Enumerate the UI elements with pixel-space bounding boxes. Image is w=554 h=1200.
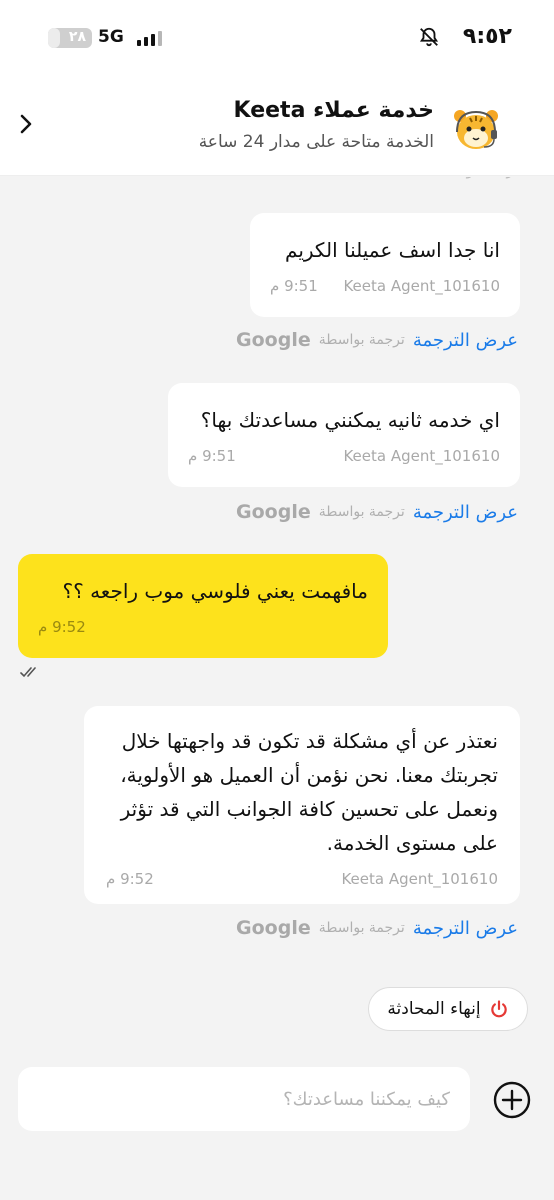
plus-icon[interactable] <box>492 1080 532 1120</box>
message-text: مافهمت يعني فلوسي موب راجعه ؟؟ <box>62 579 369 603</box>
message-time: 9:52 م <box>38 618 86 636</box>
message-time: 9:52 م <box>106 870 154 888</box>
message-text: اي خدمه ثانيه يمكنني مساعدتك بها؟ <box>200 408 500 432</box>
end-chat-button[interactable]: إنهاء المحادثة <box>368 987 528 1031</box>
translated-by-label: ترجمة بواسطة <box>318 332 405 348</box>
show-translation-link[interactable]: عرض الترجمة <box>413 918 518 939</box>
message-time: 9:51 م <box>270 277 318 295</box>
chat-messages[interactable]: ترجمة بواسطة انا جدا اسف عميلنا الكريم K… <box>0 177 554 977</box>
signal-icon <box>137 30 165 46</box>
translation-row: عرض الترجمة ترجمة بواسطة Google <box>236 917 518 939</box>
message-input[interactable] <box>18 1067 470 1131</box>
double-check-icon <box>20 667 36 678</box>
google-logo: Google <box>236 917 311 939</box>
message-text: انا جدا اسف عميلنا الكريم <box>285 238 500 262</box>
translated-by-label: ترجمة بواسطة <box>318 504 405 520</box>
google-logo: Google <box>236 329 311 351</box>
battery-icon: ٢٨ <box>48 28 92 48</box>
show-translation-link[interactable]: عرض الترجمة <box>413 502 518 523</box>
translated-by-label: ترجمة بواسطة <box>318 920 405 936</box>
muted-bell-icon <box>419 27 439 47</box>
previous-translation-by: ترجمة بواسطة <box>432 177 518 179</box>
agent-message: انا جدا اسف عميلنا الكريم Keeta Agent_10… <box>250 213 520 317</box>
message-text: نعتذر عن أي مشكلة قد تكون قد واجهتها خلا… <box>120 729 498 855</box>
google-logo: Google <box>236 501 311 523</box>
tiger-avatar-icon <box>448 102 504 158</box>
home-area <box>0 1160 554 1200</box>
network-type: 5G <box>98 27 124 47</box>
user-message: مافهمت يعني فلوسي موب راجعه ؟؟ 9:52 م <box>18 554 388 658</box>
page-subtitle: الخدمة متاحة على مدار 24 ساعة <box>198 132 434 152</box>
show-translation-link[interactable]: عرض الترجمة <box>413 330 518 351</box>
power-icon <box>490 1000 507 1018</box>
message-sender: Keeta Agent_101610 <box>341 870 498 888</box>
message-sender: Keeta Agent_101610 <box>343 447 500 465</box>
translation-row: عرض الترجمة ترجمة بواسطة Google <box>236 329 518 351</box>
page-title: خدمة عملاء Keeta <box>233 98 434 123</box>
back-chevron-icon[interactable] <box>14 112 38 136</box>
battery-fill <box>48 28 60 48</box>
end-chat-label: إنهاء المحادثة <box>387 999 481 1019</box>
battery-level: ٢٨ <box>68 29 86 45</box>
agent-message: اي خدمه ثانيه يمكنني مساعدتك بها؟ Keeta … <box>168 383 520 487</box>
status-time: ٩:٥٢ <box>462 24 512 49</box>
previous-translation-fragment: ترجمة بواسطة <box>432 177 518 179</box>
message-sender: Keeta Agent_101610 <box>343 277 500 295</box>
status-bar: ٢٨ 5G ٩:٥٢ <box>0 0 554 72</box>
message-time: 9:51 م <box>188 447 236 465</box>
chat-header: خدمة عملاء Keeta الخدمة متاحة على مدار 2… <box>0 72 554 176</box>
agent-message: نعتذر عن أي مشكلة قد تكون قد واجهتها خلا… <box>84 706 520 904</box>
translation-row: عرض الترجمة ترجمة بواسطة Google <box>236 501 518 523</box>
